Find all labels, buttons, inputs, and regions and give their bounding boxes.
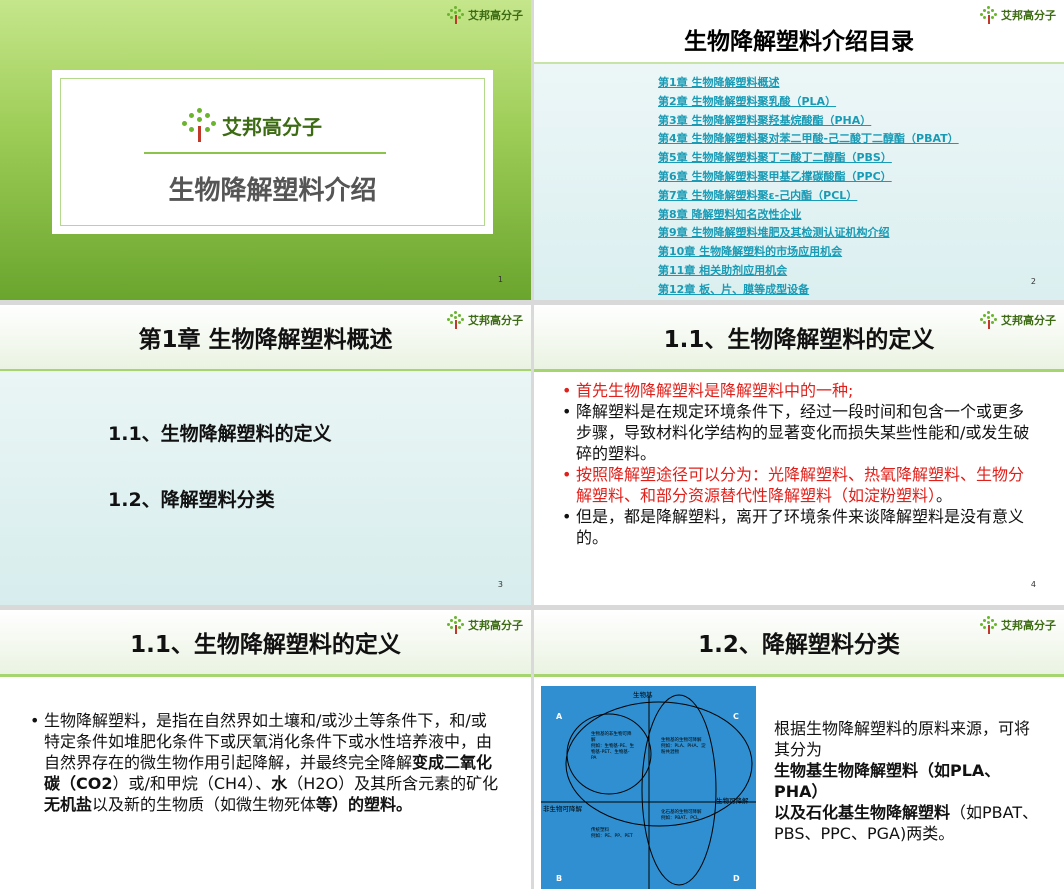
slide-title: 1.2、降解塑料分类 [698,632,900,658]
toc-link[interactable]: 第5章 生物降解塑料聚丁二酸丁二醇酯（PBS） [658,149,959,168]
bullet-list: 首先生物降解塑料是降解塑料中的一种; 降解塑料是在规定环境条件下，经过一段时间和… [562,380,1032,548]
tree-logo-icon [447,6,465,24]
tree-logo-icon [447,311,465,329]
brand-logo-text: 艾邦高分子 [468,314,523,327]
intro-text: 根据生物降解塑料的原料来源，可将其分为 [774,719,1031,759]
slide-5[interactable]: 1.1、生物降解塑料的定义 艾邦高分子 生物降解塑料，是指在自然界如土壤和/或沙… [0,610,531,889]
quadrant-d-label: D [733,874,740,883]
diagram-lines [541,694,756,889]
axis-label-left: 非生物可降解 [543,805,582,813]
brand-logo: 艾邦高分子 [980,311,1056,329]
toc-list: 第1章 生物降解塑料概述 第2章 生物降解塑料聚乳酸（PLA） 第3章 生物降解… [658,74,959,300]
axis-label-right: 生物可降解 [716,797,749,805]
toc-link[interactable]: 第3章 生物降解塑料聚羟基烷酸酯（PHA） [658,112,959,131]
classification-text: 根据生物降解塑料的原料来源，可将其分为 生物基生物降解塑料（如PLA、PHA） … [774,718,1044,844]
toc-link[interactable]: 第7章 生物降解塑料聚ε-己内酯（PCL） [658,187,959,206]
toc-link[interactable]: 第4章 生物降解塑料聚对苯二甲酸-己二酸丁二醇酯（PBAT） [658,130,959,149]
slide-title: 生物降解塑料介绍目录 [684,29,914,55]
brand-logo: 艾邦高分子 [447,616,523,634]
toc-link[interactable]: 第6章 生物降解塑料聚甲基乙撑碳酸酯（PPC） [658,168,959,187]
classification-diagram: 生物基 非生物可降解 生物可降解 A B C D 生物基的非生物可降解 例如：生物… [541,686,756,889]
brand-logo: 艾邦高分子 [447,311,523,329]
tree-logo-icon [980,6,998,24]
quadrant-c-text: 生物基的生物可降解 例如：PLA、PHA、淀粉共混物 [661,738,706,755]
brand-logo: 艾邦高分子 [447,6,523,24]
toc-link[interactable]: 第2章 生物降解塑料聚乳酸（PLA） [658,93,959,112]
brand-logo: 艾邦高分子 [980,6,1056,24]
toc-link[interactable]: 第10章 生物降解塑料的市场应用机会 [658,243,959,262]
slide-2[interactable]: 生物降解塑料介绍目录 艾邦高分子 第1章 生物降解塑料概述 第2章 生物降解塑料… [534,0,1064,300]
toc-link[interactable]: 第8章 降解塑料知名改性企业 [658,206,959,225]
page-number: 3 [497,580,503,589]
brand-logo-text: 艾邦高分子 [1001,619,1056,632]
quadrant-b-text: 传统塑料 例如：PE、PP、PET [591,828,633,839]
page-number: 1 [497,275,503,284]
toc-link[interactable]: 第12章 板、片、膜等成型设备 [658,281,959,300]
tree-logo-icon [447,616,465,634]
slide-4[interactable]: 1.1、生物降解塑料的定义 艾邦高分子 首先生物降解塑料是降解塑料中的一种; 降… [534,305,1064,605]
bullet-item: 降解塑料是在规定环境条件下，经过一段时间和包含一个或更多步骤，导致材料化学结构的… [562,401,1032,464]
tree-logo-icon [182,108,216,142]
brand-logo: 艾邦高分子 [980,616,1056,634]
divider [144,152,386,154]
slide-title: 生物降解塑料介绍 [168,176,377,206]
slide-title: 1.1、生物降解塑料的定义 [130,632,401,658]
bullet-list: 生物降解塑料，是指在自然界如土壤和/或沙土等条件下，和/或特定条件如堆肥化条件下… [30,710,502,815]
page-number: 4 [1030,580,1036,589]
section-item: 1.1、生物降解塑料的定义 [108,423,332,445]
tree-logo-icon [980,616,998,634]
brand-logo-text: 艾邦高分子 [468,619,523,632]
brand-logo-text: 艾邦高分子 [1001,9,1056,22]
section-item: 1.2、降解塑料分类 [108,489,275,511]
slide-1[interactable]: 艾邦高分子 艾邦高分子 生物降解塑料介绍 1 [0,0,531,300]
brand-logo-text: 艾邦高分子 [468,9,523,22]
toc-link[interactable]: 第11章 相关助剂应用机会 [658,262,959,281]
bullet-item: 但是，都是降解塑料，离开了环境条件来谈降解塑料是没有意义的。 [562,506,1032,548]
toc-link[interactable]: 第1章 生物降解塑料概述 [658,74,959,93]
quadrant-b-label: B [556,874,563,883]
toc-body: 第1章 生物降解塑料概述 第2章 生物降解塑料聚乳酸（PLA） 第3章 生物降解… [534,64,1064,300]
bio-based-text: 生物基生物降解塑料（如PLA、PHA） [774,761,1001,801]
bullet-item: 首先生物降解塑料是降解塑料中的一种; [562,380,1032,401]
toc-link[interactable]: 第9章 生物降解塑料堆肥及其检测认证机构介绍 [658,224,959,243]
tree-logo-icon [980,311,998,329]
quadrant-c-label: C [733,712,739,721]
big-brand-logo-text: 艾邦高分子 [222,114,322,139]
quadrant-a-text: 生物基的非生物可降解 例如：生物基-PE、生物基-PET、生物基-PA [591,732,635,761]
fossil-based-text: 以及石化基生物降解塑料（如PBAT、PBS、PPC、PGA)两类。 [774,803,1039,843]
slide-title: 1.1、生物降解塑料的定义 [663,327,935,353]
quadrant-d-text: 化石基的生物可降解 例如：PBAT、PCL [661,810,702,821]
slide-6[interactable]: 1.2、降解塑料分类 艾邦高分子 生物基 非生物可降解 生物可降解 A B C … [534,610,1064,889]
quadrant-a-label: A [556,712,563,721]
big-brand-logo: 艾邦高分子 [182,108,322,142]
page-number: 2 [1030,277,1036,286]
bullet-item: 按照降解塑途径可以分为：光降解塑料、热氧降解塑料、生物分解塑料、和部分资源替代性… [562,464,1032,506]
title-box: 艾邦高分子 生物降解塑料介绍 [52,70,493,234]
slide-3[interactable]: 第1章 生物降解塑料概述 艾邦高分子 1.1、生物降解塑料的定义 1.2、降解塑… [0,305,531,605]
definition-paragraph: 生物降解塑料，是指在自然界如土壤和/或沙土等条件下，和/或特定条件如堆肥化条件下… [30,710,502,815]
axis-label-top: 生物基 [633,691,653,699]
slide-title: 第1章 生物降解塑料概述 [138,327,393,353]
brand-logo-text: 艾邦高分子 [1001,314,1056,327]
